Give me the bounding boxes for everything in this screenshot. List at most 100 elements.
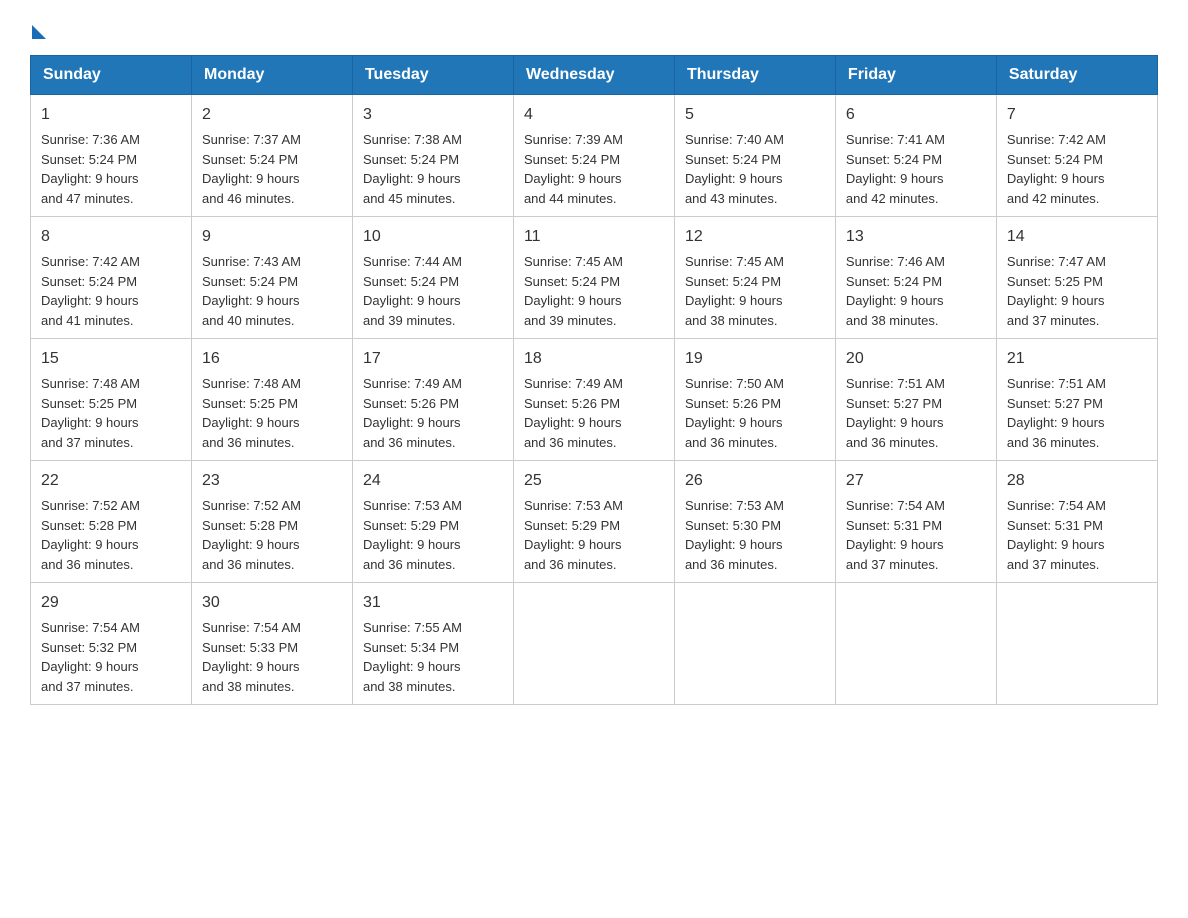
day-info: Sunrise: 7:53 AMSunset: 5:29 PMDaylight:…	[363, 498, 462, 572]
day-info: Sunrise: 7:45 AMSunset: 5:24 PMDaylight:…	[524, 254, 623, 328]
day-number: 3	[363, 103, 503, 127]
day-number: 13	[846, 225, 986, 249]
col-header-thursday: Thursday	[674, 56, 835, 95]
calendar-cell: 31 Sunrise: 7:55 AMSunset: 5:34 PMDaylig…	[352, 583, 513, 705]
calendar-cell: 30 Sunrise: 7:54 AMSunset: 5:33 PMDaylig…	[191, 583, 352, 705]
calendar-cell: 19 Sunrise: 7:50 AMSunset: 5:26 PMDaylig…	[674, 339, 835, 461]
day-number: 24	[363, 469, 503, 493]
day-info: Sunrise: 7:46 AMSunset: 5:24 PMDaylight:…	[846, 254, 945, 328]
day-info: Sunrise: 7:42 AMSunset: 5:24 PMDaylight:…	[41, 254, 140, 328]
calendar-cell: 21 Sunrise: 7:51 AMSunset: 5:27 PMDaylig…	[996, 339, 1157, 461]
calendar-cell: 13 Sunrise: 7:46 AMSunset: 5:24 PMDaylig…	[835, 217, 996, 339]
calendar-cell	[674, 583, 835, 705]
calendar-cell	[835, 583, 996, 705]
day-number: 1	[41, 103, 181, 127]
day-number: 5	[685, 103, 825, 127]
calendar-cell: 2 Sunrise: 7:37 AMSunset: 5:24 PMDayligh…	[191, 95, 352, 217]
day-number: 14	[1007, 225, 1147, 249]
day-number: 21	[1007, 347, 1147, 371]
col-header-tuesday: Tuesday	[352, 56, 513, 95]
day-info: Sunrise: 7:40 AMSunset: 5:24 PMDaylight:…	[685, 132, 784, 206]
day-info: Sunrise: 7:44 AMSunset: 5:24 PMDaylight:…	[363, 254, 462, 328]
col-header-saturday: Saturday	[996, 56, 1157, 95]
calendar-cell	[996, 583, 1157, 705]
page-header	[30, 20, 1158, 35]
calendar-cell: 1 Sunrise: 7:36 AMSunset: 5:24 PMDayligh…	[31, 95, 192, 217]
day-number: 9	[202, 225, 342, 249]
day-info: Sunrise: 7:38 AMSunset: 5:24 PMDaylight:…	[363, 132, 462, 206]
day-info: Sunrise: 7:47 AMSunset: 5:25 PMDaylight:…	[1007, 254, 1106, 328]
day-number: 10	[363, 225, 503, 249]
col-header-sunday: Sunday	[31, 56, 192, 95]
day-number: 22	[41, 469, 181, 493]
day-info: Sunrise: 7:51 AMSunset: 5:27 PMDaylight:…	[1007, 376, 1106, 450]
day-number: 28	[1007, 469, 1147, 493]
calendar-cell: 23 Sunrise: 7:52 AMSunset: 5:28 PMDaylig…	[191, 461, 352, 583]
calendar-cell: 24 Sunrise: 7:53 AMSunset: 5:29 PMDaylig…	[352, 461, 513, 583]
calendar-table: SundayMondayTuesdayWednesdayThursdayFrid…	[30, 55, 1158, 705]
calendar-cell: 4 Sunrise: 7:39 AMSunset: 5:24 PMDayligh…	[513, 95, 674, 217]
calendar-cell: 25 Sunrise: 7:53 AMSunset: 5:29 PMDaylig…	[513, 461, 674, 583]
col-header-wednesday: Wednesday	[513, 56, 674, 95]
logo-arrow-icon	[32, 25, 46, 39]
day-number: 16	[202, 347, 342, 371]
day-number: 7	[1007, 103, 1147, 127]
col-header-monday: Monday	[191, 56, 352, 95]
day-number: 18	[524, 347, 664, 371]
calendar-cell: 12 Sunrise: 7:45 AMSunset: 5:24 PMDaylig…	[674, 217, 835, 339]
calendar-cell: 14 Sunrise: 7:47 AMSunset: 5:25 PMDaylig…	[996, 217, 1157, 339]
day-number: 20	[846, 347, 986, 371]
calendar-week-row: 29 Sunrise: 7:54 AMSunset: 5:32 PMDaylig…	[31, 583, 1158, 705]
day-info: Sunrise: 7:45 AMSunset: 5:24 PMDaylight:…	[685, 254, 784, 328]
day-number: 15	[41, 347, 181, 371]
day-info: Sunrise: 7:49 AMSunset: 5:26 PMDaylight:…	[363, 376, 462, 450]
day-info: Sunrise: 7:36 AMSunset: 5:24 PMDaylight:…	[41, 132, 140, 206]
day-info: Sunrise: 7:52 AMSunset: 5:28 PMDaylight:…	[202, 498, 301, 572]
day-info: Sunrise: 7:51 AMSunset: 5:27 PMDaylight:…	[846, 376, 945, 450]
day-number: 30	[202, 591, 342, 615]
calendar-cell: 26 Sunrise: 7:53 AMSunset: 5:30 PMDaylig…	[674, 461, 835, 583]
day-info: Sunrise: 7:54 AMSunset: 5:31 PMDaylight:…	[846, 498, 945, 572]
day-number: 26	[685, 469, 825, 493]
calendar-week-row: 1 Sunrise: 7:36 AMSunset: 5:24 PMDayligh…	[31, 95, 1158, 217]
calendar-cell: 29 Sunrise: 7:54 AMSunset: 5:32 PMDaylig…	[31, 583, 192, 705]
day-number: 8	[41, 225, 181, 249]
calendar-week-row: 8 Sunrise: 7:42 AMSunset: 5:24 PMDayligh…	[31, 217, 1158, 339]
day-info: Sunrise: 7:54 AMSunset: 5:31 PMDaylight:…	[1007, 498, 1106, 572]
calendar-header-row: SundayMondayTuesdayWednesdayThursdayFrid…	[31, 56, 1158, 95]
day-number: 19	[685, 347, 825, 371]
day-info: Sunrise: 7:55 AMSunset: 5:34 PMDaylight:…	[363, 620, 462, 694]
day-number: 23	[202, 469, 342, 493]
calendar-cell: 17 Sunrise: 7:49 AMSunset: 5:26 PMDaylig…	[352, 339, 513, 461]
logo	[30, 20, 46, 35]
day-number: 29	[41, 591, 181, 615]
calendar-cell: 9 Sunrise: 7:43 AMSunset: 5:24 PMDayligh…	[191, 217, 352, 339]
day-info: Sunrise: 7:52 AMSunset: 5:28 PMDaylight:…	[41, 498, 140, 572]
day-info: Sunrise: 7:53 AMSunset: 5:29 PMDaylight:…	[524, 498, 623, 572]
day-number: 2	[202, 103, 342, 127]
day-info: Sunrise: 7:48 AMSunset: 5:25 PMDaylight:…	[41, 376, 140, 450]
calendar-cell: 18 Sunrise: 7:49 AMSunset: 5:26 PMDaylig…	[513, 339, 674, 461]
calendar-cell: 10 Sunrise: 7:44 AMSunset: 5:24 PMDaylig…	[352, 217, 513, 339]
calendar-cell: 16 Sunrise: 7:48 AMSunset: 5:25 PMDaylig…	[191, 339, 352, 461]
calendar-cell: 27 Sunrise: 7:54 AMSunset: 5:31 PMDaylig…	[835, 461, 996, 583]
calendar-cell: 15 Sunrise: 7:48 AMSunset: 5:25 PMDaylig…	[31, 339, 192, 461]
calendar-cell: 11 Sunrise: 7:45 AMSunset: 5:24 PMDaylig…	[513, 217, 674, 339]
day-number: 17	[363, 347, 503, 371]
day-info: Sunrise: 7:54 AMSunset: 5:33 PMDaylight:…	[202, 620, 301, 694]
day-info: Sunrise: 7:37 AMSunset: 5:24 PMDaylight:…	[202, 132, 301, 206]
calendar-week-row: 15 Sunrise: 7:48 AMSunset: 5:25 PMDaylig…	[31, 339, 1158, 461]
calendar-cell: 20 Sunrise: 7:51 AMSunset: 5:27 PMDaylig…	[835, 339, 996, 461]
day-info: Sunrise: 7:43 AMSunset: 5:24 PMDaylight:…	[202, 254, 301, 328]
day-info: Sunrise: 7:41 AMSunset: 5:24 PMDaylight:…	[846, 132, 945, 206]
day-info: Sunrise: 7:49 AMSunset: 5:26 PMDaylight:…	[524, 376, 623, 450]
day-number: 6	[846, 103, 986, 127]
day-info: Sunrise: 7:53 AMSunset: 5:30 PMDaylight:…	[685, 498, 784, 572]
calendar-cell: 8 Sunrise: 7:42 AMSunset: 5:24 PMDayligh…	[31, 217, 192, 339]
day-info: Sunrise: 7:48 AMSunset: 5:25 PMDaylight:…	[202, 376, 301, 450]
day-number: 27	[846, 469, 986, 493]
calendar-cell: 5 Sunrise: 7:40 AMSunset: 5:24 PMDayligh…	[674, 95, 835, 217]
calendar-week-row: 22 Sunrise: 7:52 AMSunset: 5:28 PMDaylig…	[31, 461, 1158, 583]
day-number: 31	[363, 591, 503, 615]
day-number: 12	[685, 225, 825, 249]
